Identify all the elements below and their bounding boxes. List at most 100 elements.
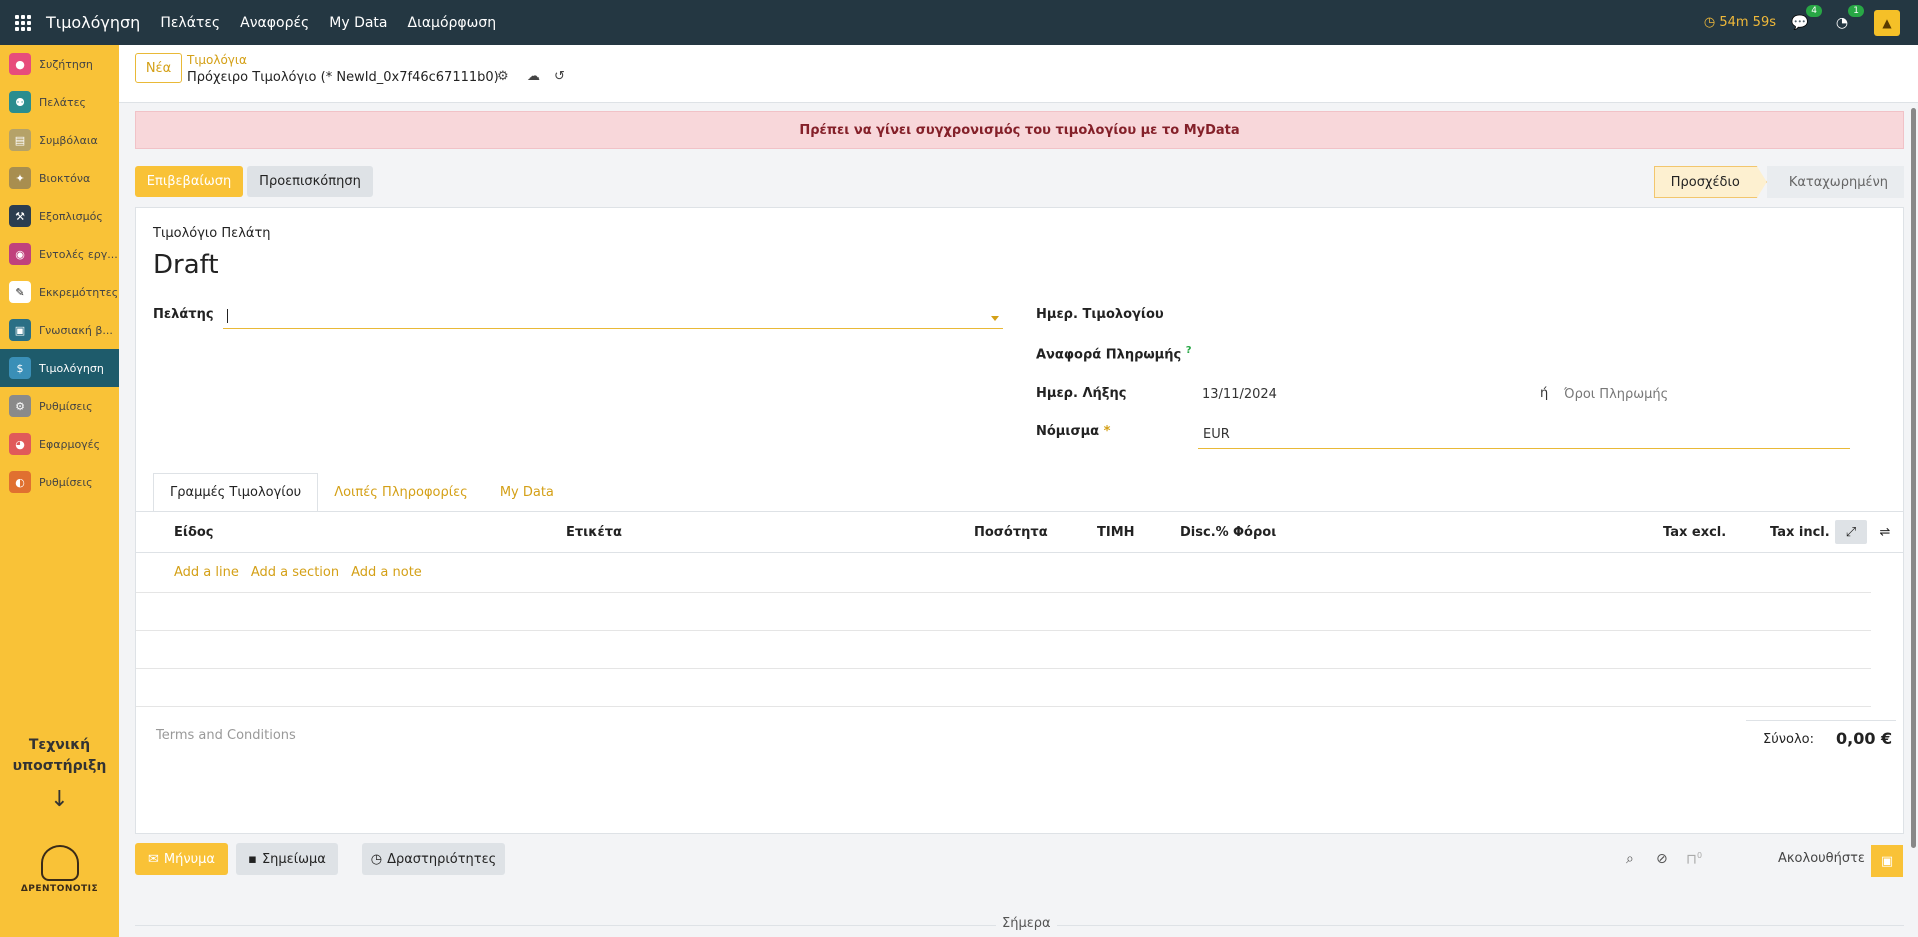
col-price[interactable]: ΤΙΜΗ [1097,525,1135,540]
activities-button[interactable]: ◷ Δραστηριότητες [362,843,505,875]
timer[interactable]: ◷ 54m 59s [1704,15,1776,30]
search-icon[interactable]: ⌕ [1626,851,1634,867]
notebook-tabs: Γραμμές Τιμολογίου Λοιπές Πληροφορίες My… [153,473,570,512]
due-date-input[interactable]: 13/11/2024 [1202,387,1277,402]
support-label[interactable]: Τεχνική υποστήριξη [0,735,119,777]
col-product[interactable]: Είδος [174,525,214,540]
send-message-button[interactable]: ✉ Μήνυμα [135,843,228,875]
status-draft[interactable]: Προσχέδιο [1654,166,1767,198]
menu-configuration[interactable]: Διαμόρφωση [408,15,497,31]
invoice-date-label: Ημερ. Τιμολογίου [1036,307,1164,322]
sidebar-item-label: Βιοκτόνα [39,171,91,185]
sidebar-item-label: Τιμολόγηση [39,361,104,375]
sidebar-item-11[interactable]: ◕ Εφαρμογές [0,425,119,463]
cloud-save-icon[interactable]: ☁ [527,69,540,84]
activities-clock-icon[interactable]: ◔ 1 [1832,4,1864,33]
payment-terms-input[interactable]: Όροι Πληρωμής [1564,387,1668,402]
currency-underline [1198,448,1850,449]
messages-icon[interactable]: 💬 4 [1790,4,1822,33]
lines-table-header: Είδος Ετικέτα Ποσότητα ΤΙΜΗ Disc.% Φόροι… [136,512,1903,553]
due-date-label: Ημερ. Λήξης [1036,386,1127,401]
col-label[interactable]: Ετικέτα [566,525,622,540]
gear-icon: ⚙ [9,395,31,417]
sidebar-item-1[interactable]: ● Συζήτηση [0,45,119,83]
preview-button[interactable]: Προεπισκόπηση [247,166,373,197]
col-discount[interactable]: Disc.% [1180,525,1229,540]
terms-input[interactable]: Terms and Conditions [156,728,296,743]
followers-lock-icon[interactable]: ⊓0 [1686,851,1702,868]
menu-mydata[interactable]: My Data [329,15,387,31]
sidebar-item-5[interactable]: ⚒ Εξοπλισμός [0,197,119,235]
sidebar-item-label: Γνωσιακή β... [39,323,113,337]
empty-row-divider [136,706,1871,707]
col-quantity[interactable]: Ποσότητα [974,525,1048,540]
sidebar-item-12[interactable]: ◐ Ρυθμίσεις [0,463,119,501]
expand-icon[interactable]: ⤢ [1835,520,1867,544]
empty-row-divider [136,630,1871,631]
status-posted[interactable]: Καταχωρημένη [1766,166,1904,198]
add-section-link[interactable]: Add a section [251,565,339,580]
optional-columns-icon[interactable]: ⇌ [1869,520,1901,544]
followers-count: 0 [1696,851,1703,860]
breadcrumb-parent[interactable]: Τιμολόγια [187,53,247,67]
chevron-down-icon[interactable] [991,316,999,321]
messages-badge: 4 [1806,4,1822,17]
add-links: Add a line Add a section Add a note [174,565,422,580]
log-note-button[interactable]: ▪ Σημείωμα [236,843,338,875]
arrow-down-icon: ↓ [50,787,69,812]
tab-mydata[interactable]: My Data [484,473,570,512]
currency-label-text: Νόμισμα [1036,424,1100,439]
currency-input[interactable]: EUR [1203,427,1230,442]
total-value: 0,00 € [1836,729,1893,748]
required-marker: * [1103,424,1111,439]
users-icon: ⚉ [9,91,31,113]
activities-label: Δραστηριότητες [387,851,497,867]
sidebar-item-2[interactable]: ⚉ Πελάτες [0,83,119,121]
discard-icon[interactable]: ↺ [554,69,565,84]
sidebar-item-3[interactable]: ▤ Συμβόλαια [0,121,119,159]
tab-invoice-lines[interactable]: Γραμμές Τιμολογίου [153,473,319,512]
invoice-icon: $ [9,357,31,379]
text-caret [227,309,228,323]
tab-other-info[interactable]: Λοιπές Πληροφορίες [318,473,484,512]
sidebar-item-9[interactable]: $ Τιμολόγηση [0,349,119,387]
follow-label[interactable]: Ακολουθήστε [1778,851,1865,866]
confirm-button[interactable]: Επιβεβαίωση [135,166,243,197]
col-tax-excl[interactable]: Tax excl. [1663,525,1726,540]
contract-icon: ▤ [9,129,31,151]
sync-alert: Πρέπει να γίνει συγχρονισμός του τιμολογ… [135,111,1904,149]
sidebar-item-8[interactable]: ▣ Γνωσιακή β... [0,311,119,349]
sidebar-item-6[interactable]: ◉ Εντολές εργ... [0,235,119,273]
app-menu-icon[interactable] [0,0,46,45]
sidebar-item-label: Εκκρεμότητες [39,285,119,299]
biocide-icon: ✦ [9,167,31,189]
follow-button-icon[interactable]: ▣ [1871,845,1903,877]
app-title[interactable]: Τιμολόγηση [46,13,140,32]
user-avatar[interactable]: ▲ [1874,9,1900,36]
currency-label: Νόμισμα * [1036,424,1110,439]
sidebar-item-7[interactable]: ✎ Εκκρεμότητες [0,273,119,311]
payment-reference-text: Αναφορά Πληρωμής [1036,347,1182,363]
form-sheet: Τιμολόγιο Πελάτη Draft Πελάτης Ημερ. Τιμ… [135,207,1904,834]
paperclip-icon[interactable]: ⊘ [1656,851,1668,867]
scrollbar[interactable] [1911,108,1916,848]
sidebar-item-4[interactable]: ✦ Βιοκτόνα [0,159,119,197]
clock-icon: ◷ [370,851,383,867]
menu-customers[interactable]: Πελάτες [160,15,220,31]
log-note-label: Σημείωμα [261,851,326,867]
breadcrumb-current: Πρόχειρο Τιμολόγιο (* NewId_0x7f46c67111… [187,70,499,85]
col-tax-incl[interactable]: Tax incl. [1770,525,1830,540]
col-taxes[interactable]: Φόροι [1233,525,1276,540]
customer-input[interactable] [226,307,996,325]
help-icon[interactable]: ? [1186,345,1192,356]
sidebar-item-10[interactable]: ⚙ Ρυθμίσεις [0,387,119,425]
gear-icon[interactable]: ⚙ [497,69,509,84]
work-order-icon: ◉ [9,243,31,265]
invoice-date-input[interactable] [1202,307,1842,325]
pencil-icon: ✎ [9,281,31,303]
sidebar-item-label: Συμβόλαια [39,133,98,147]
add-note-link[interactable]: Add a note [351,565,422,580]
add-line-link[interactable]: Add a line [174,565,239,580]
menu-reports[interactable]: Αναφορές [240,15,309,31]
new-button[interactable]: Νέα [135,53,182,83]
